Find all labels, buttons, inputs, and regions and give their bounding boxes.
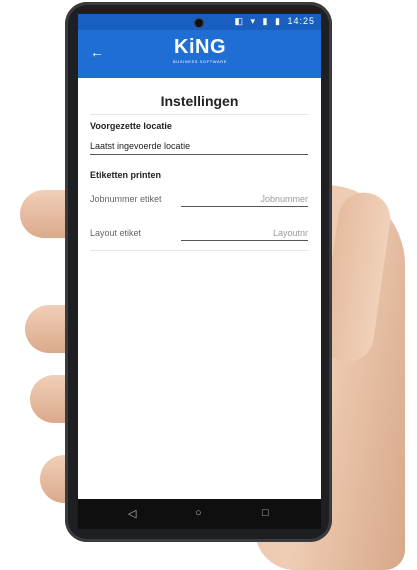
status-icons: ◧ ▾ ▮ ▮ 14:25	[231, 16, 315, 27]
section-label-location: Voorgezette locatie	[90, 121, 172, 131]
front-camera-icon	[195, 19, 203, 27]
divider-bottom	[90, 250, 308, 251]
signal-icon: ▾	[250, 16, 257, 26]
android-nav-bar: ◁ ○ □	[78, 499, 321, 529]
section-label-labels: Etiketten printen	[90, 170, 162, 180]
location-underline	[90, 154, 308, 155]
status-time: 14:25	[287, 16, 315, 26]
divider	[90, 114, 308, 115]
sim-icon: ◧	[234, 16, 244, 26]
logo-subtitle: BUSINESS SOFTWARE	[172, 59, 228, 64]
layout-label: Layout etiket	[90, 228, 142, 238]
nav-home-icon[interactable]: ○	[195, 507, 202, 519]
nav-back-icon[interactable]: ◁	[128, 507, 136, 520]
job-number-input[interactable]	[181, 192, 308, 207]
page-title: Instellingen	[160, 93, 239, 109]
logo-text: KiNG	[174, 36, 226, 58]
back-arrow-icon[interactable]: ←	[90, 44, 104, 60]
king-logo: KiNG BUSINESS SOFTWARE	[170, 37, 230, 64]
layout-input[interactable]	[181, 226, 308, 241]
battery-icon: ▮	[275, 16, 281, 26]
location-value[interactable]: Laatst ingevoerde locatie	[90, 141, 190, 151]
wifi-icon: ▮	[262, 16, 269, 26]
job-number-label: Jobnummer etiket	[90, 194, 162, 204]
app-bar: ← KiNG BUSINESS SOFTWARE	[78, 30, 321, 78]
status-bar: ◧ ▾ ▮ ▮ 14:25	[78, 14, 321, 30]
nav-recents-icon[interactable]: □	[262, 507, 269, 519]
phone-screen: ◧ ▾ ▮ ▮ 14:25 ← KiNG BUSINESS SOFTWARE I…	[78, 14, 321, 529]
